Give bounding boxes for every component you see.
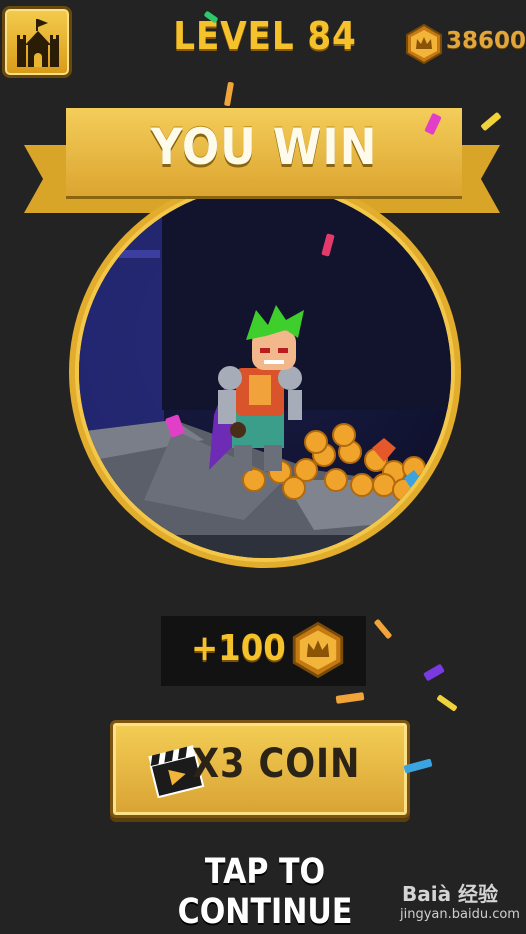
castle-icon	[17, 19, 59, 67]
x3-coin-label: X3 COIN	[192, 741, 361, 787]
tap-to-continue[interactable]: TAP TO CONTINUE	[132, 852, 399, 932]
banner-title: YOU WIN	[150, 118, 378, 176]
reward-amount: +100	[191, 628, 286, 669]
crown-coin-icon	[292, 622, 344, 678]
crown-coin-icon	[406, 24, 442, 64]
confetti	[223, 81, 235, 107]
confetti	[335, 692, 365, 704]
watermark-url: jingyan.baidu.com	[400, 907, 520, 922]
confetti	[373, 618, 393, 640]
confetti	[423, 663, 445, 682]
confetti	[480, 111, 502, 132]
coin-total: 38600	[446, 28, 526, 54]
level-title: LEVEL 84	[173, 14, 357, 58]
home-button[interactable]	[2, 6, 72, 78]
watermark-brand: Baià 经验	[402, 882, 499, 906]
confetti	[436, 694, 458, 712]
victory-scene	[69, 180, 461, 568]
